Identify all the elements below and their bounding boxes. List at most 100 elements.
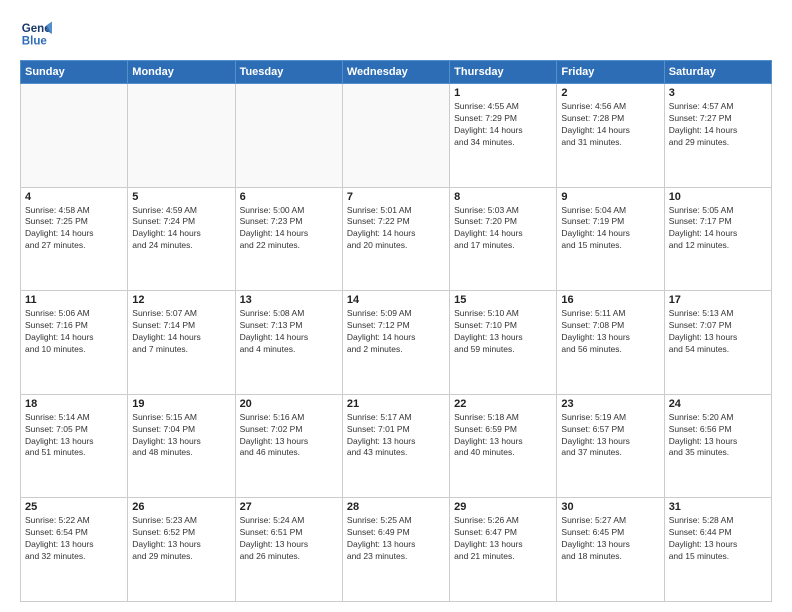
day-number: 26 [132, 501, 230, 513]
day-cell-25: 25 Sunrise: 5:22 AMSunset: 6:54 PMDayligh… [21, 498, 128, 602]
page: General Blue SundayMondayTuesdayWednesda… [0, 0, 792, 612]
day-info: Sunrise: 5:01 AMSunset: 7:22 PMDaylight:… [347, 205, 445, 253]
day-number: 29 [454, 501, 552, 513]
day-cell-2: 2 Sunrise: 4:56 AMSunset: 7:28 PMDaylight… [557, 84, 664, 188]
day-info: Sunrise: 5:09 AMSunset: 7:12 PMDaylight:… [347, 308, 445, 356]
day-cell-17: 17 Sunrise: 5:13 AMSunset: 7:07 PMDayligh… [664, 291, 771, 395]
day-cell-10: 10 Sunrise: 5:05 AMSunset: 7:17 PMDayligh… [664, 187, 771, 291]
day-info: Sunrise: 5:15 AMSunset: 7:04 PMDaylight:… [132, 412, 230, 460]
day-number: 14 [347, 294, 445, 306]
day-info: Sunrise: 5:17 AMSunset: 7:01 PMDaylight:… [347, 412, 445, 460]
day-number: 7 [347, 191, 445, 203]
day-number: 4 [25, 191, 123, 203]
empty-cell [128, 84, 235, 188]
day-number: 9 [561, 191, 659, 203]
day-cell-8: 8 Sunrise: 5:03 AMSunset: 7:20 PMDaylight… [450, 187, 557, 291]
empty-cell [235, 84, 342, 188]
day-info: Sunrise: 5:11 AMSunset: 7:08 PMDaylight:… [561, 308, 659, 356]
day-number: 30 [561, 501, 659, 513]
day-info: Sunrise: 4:58 AMSunset: 7:25 PMDaylight:… [25, 205, 123, 253]
day-cell-29: 29Sunrise: 5:26 AMSunset: 6:47 PMDayligh… [450, 498, 557, 602]
calendar-week-row: 25 Sunrise: 5:22 AMSunset: 6:54 PMDayligh… [21, 498, 772, 602]
empty-cell [21, 84, 128, 188]
day-info: Sunrise: 5:06 AMSunset: 7:16 PMDaylight:… [25, 308, 123, 356]
svg-text:Blue: Blue [22, 36, 48, 48]
day-number: 20 [240, 398, 338, 410]
day-cell-23: 23 Sunrise: 5:19 AMSunset: 6:57 PMDayligh… [557, 394, 664, 498]
day-cell-12: 12Sunrise: 5:07 AMSunset: 7:14 PMDayligh… [128, 291, 235, 395]
day-number: 18 [25, 398, 123, 410]
calendar-week-row: 1Sunrise: 4:55 AMSunset: 7:29 PMDaylight… [21, 84, 772, 188]
day-cell-5: 5 Sunrise: 4:59 AMSunset: 7:24 PMDaylight… [128, 187, 235, 291]
day-info: Sunrise: 5:28 AMSunset: 6:44 PMDaylight:… [669, 515, 767, 563]
day-number: 13 [240, 294, 338, 306]
day-cell-14: 14 Sunrise: 5:09 AMSunset: 7:12 PMDayligh… [342, 291, 449, 395]
day-number: 5 [132, 191, 230, 203]
day-number: 15 [454, 294, 552, 306]
day-info: Sunrise: 5:14 AMSunset: 7:05 PMDaylight:… [25, 412, 123, 460]
weekday-header-sunday: Sunday [21, 61, 128, 84]
weekday-header-tuesday: Tuesday [235, 61, 342, 84]
day-number: 21 [347, 398, 445, 410]
calendar-week-row: 11 Sunrise: 5:06 AMSunset: 7:16 PMDayligh… [21, 291, 772, 395]
day-cell-7: 7 Sunrise: 5:01 AMSunset: 7:22 PMDaylight… [342, 187, 449, 291]
day-cell-22: 22 Sunrise: 5:18 AMSunset: 6:59 PMDayligh… [450, 394, 557, 498]
day-number: 31 [669, 501, 767, 513]
day-info: Sunrise: 5:16 AMSunset: 7:02 PMDaylight:… [240, 412, 338, 460]
day-cell-3: 3 Sunrise: 4:57 AMSunset: 7:27 PMDaylight… [664, 84, 771, 188]
day-cell-20: 20 Sunrise: 5:16 AMSunset: 7:02 PMDayligh… [235, 394, 342, 498]
day-info: Sunrise: 4:56 AMSunset: 7:28 PMDaylight:… [561, 101, 659, 149]
day-cell-24: 24Sunrise: 5:20 AMSunset: 6:56 PMDayligh… [664, 394, 771, 498]
day-cell-9: 9 Sunrise: 5:04 AMSunset: 7:19 PMDaylight… [557, 187, 664, 291]
weekday-header-monday: Monday [128, 61, 235, 84]
day-number: 25 [25, 501, 123, 513]
day-info: Sunrise: 4:57 AMSunset: 7:27 PMDaylight:… [669, 101, 767, 149]
day-info: Sunrise: 5:03 AMSunset: 7:20 PMDaylight:… [454, 205, 552, 253]
day-number: 3 [669, 87, 767, 99]
day-number: 11 [25, 294, 123, 306]
logo-area: General Blue [20, 18, 56, 50]
day-info: Sunrise: 5:04 AMSunset: 7:19 PMDaylight:… [561, 205, 659, 253]
day-info: Sunrise: 5:13 AMSunset: 7:07 PMDaylight:… [669, 308, 767, 356]
day-number: 24 [669, 398, 767, 410]
day-info: Sunrise: 5:27 AMSunset: 6:45 PMDaylight:… [561, 515, 659, 563]
weekday-header-row: SundayMondayTuesdayWednesdayThursdayFrid… [21, 61, 772, 84]
calendar-week-row: 18 Sunrise: 5:14 AMSunset: 7:05 PMDayligh… [21, 394, 772, 498]
day-info: Sunrise: 5:19 AMSunset: 6:57 PMDaylight:… [561, 412, 659, 460]
weekday-header-wednesday: Wednesday [342, 61, 449, 84]
day-number: 16 [561, 294, 659, 306]
day-number: 6 [240, 191, 338, 203]
generalblue-logo-icon: General Blue [20, 18, 52, 50]
day-info: Sunrise: 5:08 AMSunset: 7:13 PMDaylight:… [240, 308, 338, 356]
day-cell-1: 1Sunrise: 4:55 AMSunset: 7:29 PMDaylight… [450, 84, 557, 188]
day-number: 12 [132, 294, 230, 306]
day-number: 28 [347, 501, 445, 513]
day-number: 2 [561, 87, 659, 99]
day-info: Sunrise: 5:22 AMSunset: 6:54 PMDaylight:… [25, 515, 123, 563]
day-number: 19 [132, 398, 230, 410]
weekday-header-friday: Friday [557, 61, 664, 84]
day-info: Sunrise: 5:24 AMSunset: 6:51 PMDaylight:… [240, 515, 338, 563]
day-info: Sunrise: 5:05 AMSunset: 7:17 PMDaylight:… [669, 205, 767, 253]
day-info: Sunrise: 5:23 AMSunset: 6:52 PMDaylight:… [132, 515, 230, 563]
day-cell-15: 15 Sunrise: 5:10 AMSunset: 7:10 PMDayligh… [450, 291, 557, 395]
day-number: 23 [561, 398, 659, 410]
day-number: 8 [454, 191, 552, 203]
day-info: Sunrise: 5:10 AMSunset: 7:10 PMDaylight:… [454, 308, 552, 356]
day-info: Sunrise: 4:59 AMSunset: 7:24 PMDaylight:… [132, 205, 230, 253]
calendar-week-row: 4 Sunrise: 4:58 AMSunset: 7:25 PMDaylight… [21, 187, 772, 291]
day-info: Sunrise: 5:18 AMSunset: 6:59 PMDaylight:… [454, 412, 552, 460]
weekday-header-saturday: Saturday [664, 61, 771, 84]
day-cell-21: 21 Sunrise: 5:17 AMSunset: 7:01 PMDayligh… [342, 394, 449, 498]
day-info: Sunrise: 5:00 AMSunset: 7:23 PMDaylight:… [240, 205, 338, 253]
day-cell-28: 28 Sunrise: 5:25 AMSunset: 6:49 PMDayligh… [342, 498, 449, 602]
day-info: Sunrise: 5:25 AMSunset: 6:49 PMDaylight:… [347, 515, 445, 563]
day-number: 17 [669, 294, 767, 306]
day-cell-11: 11 Sunrise: 5:06 AMSunset: 7:16 PMDayligh… [21, 291, 128, 395]
day-cell-13: 13 Sunrise: 5:08 AMSunset: 7:13 PMDayligh… [235, 291, 342, 395]
day-cell-4: 4 Sunrise: 4:58 AMSunset: 7:25 PMDaylight… [21, 187, 128, 291]
day-number: 10 [669, 191, 767, 203]
day-cell-16: 16 Sunrise: 5:11 AMSunset: 7:08 PMDayligh… [557, 291, 664, 395]
day-number: 22 [454, 398, 552, 410]
header: General Blue [20, 18, 772, 50]
